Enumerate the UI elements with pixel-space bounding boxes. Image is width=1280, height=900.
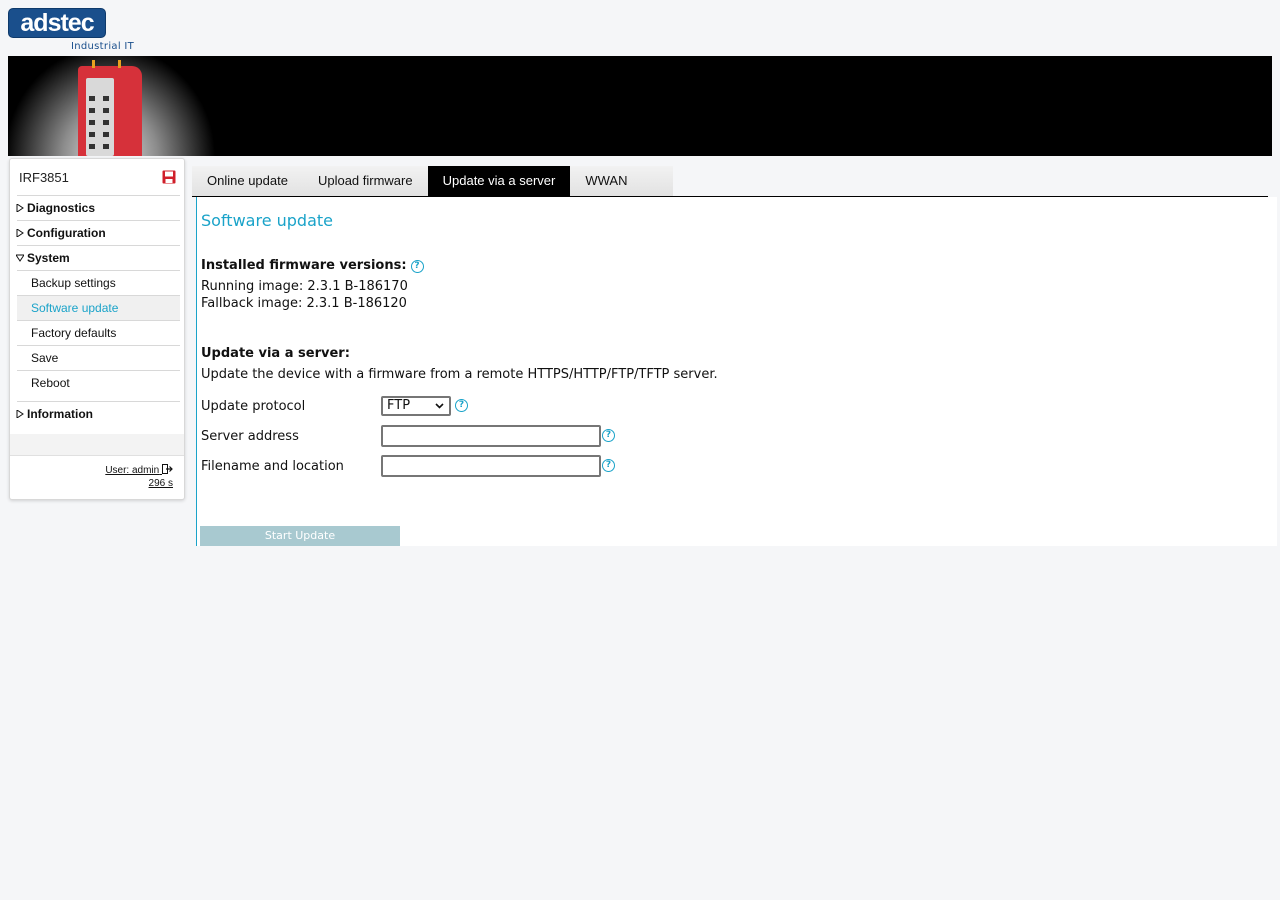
main-content: Software update Installed firmware versi… bbox=[196, 197, 1277, 546]
sidebar-subitem-reboot[interactable]: Reboot bbox=[17, 371, 180, 395]
session-timer: 296 s bbox=[148, 478, 173, 489]
triangle-right-icon bbox=[16, 229, 24, 237]
sidebar-subitem-backup-settings[interactable]: Backup settings bbox=[17, 271, 180, 296]
question-circle-icon[interactable]: ? bbox=[410, 260, 424, 273]
sidebar-subitem-factory-defaults[interactable]: Factory defaults bbox=[17, 321, 180, 346]
sidebar-item-label: System bbox=[27, 251, 70, 265]
page-title: Software update bbox=[201, 211, 333, 230]
update-protocol-value: FTP bbox=[387, 398, 411, 413]
header-banner bbox=[8, 56, 1272, 156]
tab-update-via-server[interactable]: Update via a server bbox=[427, 166, 571, 196]
sidebar-subitem-save[interactable]: Save bbox=[17, 346, 180, 371]
floppy-save-icon[interactable] bbox=[162, 170, 176, 184]
tab-wwan[interactable]: WWAN bbox=[570, 166, 642, 196]
server-address-input[interactable] bbox=[381, 425, 601, 447]
system-submenu: Backup settings Software update Factory … bbox=[17, 271, 180, 395]
tab-online-update[interactable]: Online update bbox=[192, 166, 303, 196]
filename-location-label: Filename and location bbox=[201, 459, 344, 474]
device-name: IRF3851 bbox=[19, 170, 69, 185]
installed-firmware-label: Installed firmware versions: bbox=[201, 258, 407, 273]
start-update-button[interactable]: Start Update bbox=[200, 526, 400, 546]
filename-location-input[interactable] bbox=[381, 455, 601, 477]
sidebar-item-label: Diagnostics bbox=[27, 201, 96, 215]
update-protocol-label: Update protocol bbox=[201, 399, 306, 414]
triangle-right-icon bbox=[16, 204, 24, 212]
server-address-label: Server address bbox=[201, 429, 299, 444]
sidebar-item-label: Configuration bbox=[27, 226, 106, 240]
sidebar-item-diagnostics[interactable]: Diagnostics bbox=[16, 196, 180, 220]
server-update-heading: Update via a server: bbox=[201, 346, 350, 361]
running-image-text: Running image: 2.3.1 B-186170 bbox=[201, 279, 408, 294]
user-label: User: admin bbox=[105, 465, 160, 476]
question-circle-icon[interactable]: ? bbox=[602, 429, 615, 442]
fallback-image-text: Fallback image: 2.3.1 B-186120 bbox=[201, 296, 407, 311]
sidebar-item-system[interactable]: System bbox=[16, 246, 180, 270]
server-update-description: Update the device with a firmware from a… bbox=[201, 367, 718, 382]
tab-bar: Online update Upload firmware Update via… bbox=[192, 166, 673, 196]
user-logout-link[interactable]: User: admin bbox=[105, 464, 173, 476]
question-circle-icon[interactable]: ? bbox=[602, 459, 615, 472]
triangle-down-icon bbox=[16, 254, 24, 262]
logo-wordmark: adstec bbox=[8, 8, 106, 38]
triangle-right-icon bbox=[16, 410, 24, 418]
update-protocol-select[interactable]: FTP bbox=[381, 396, 451, 416]
sidebar-footer-bar bbox=[10, 434, 184, 456]
sidebar-item-information[interactable]: Information bbox=[16, 402, 180, 426]
logo-tagline: Industrial IT bbox=[71, 41, 135, 52]
installed-firmware-heading: Installed firmware versions:? bbox=[201, 258, 424, 273]
chevron-down-icon bbox=[435, 403, 444, 409]
sidebar-nav: Diagnostics Configuration System Backup … bbox=[16, 195, 180, 426]
sidebar-item-label: Information bbox=[27, 407, 93, 421]
sidebar-subitem-software-update[interactable]: Software update bbox=[17, 296, 180, 321]
adstec-logo: adstec Industrial IT bbox=[8, 8, 138, 54]
logout-icon bbox=[162, 464, 173, 474]
tab-upload-firmware[interactable]: Upload firmware bbox=[303, 166, 428, 196]
router-device-image bbox=[78, 60, 142, 156]
sidebar-item-configuration[interactable]: Configuration bbox=[16, 221, 180, 245]
sidebar: IRF3851 Diagnostics Configuration System… bbox=[9, 158, 185, 500]
question-circle-icon[interactable]: ? bbox=[455, 399, 468, 412]
